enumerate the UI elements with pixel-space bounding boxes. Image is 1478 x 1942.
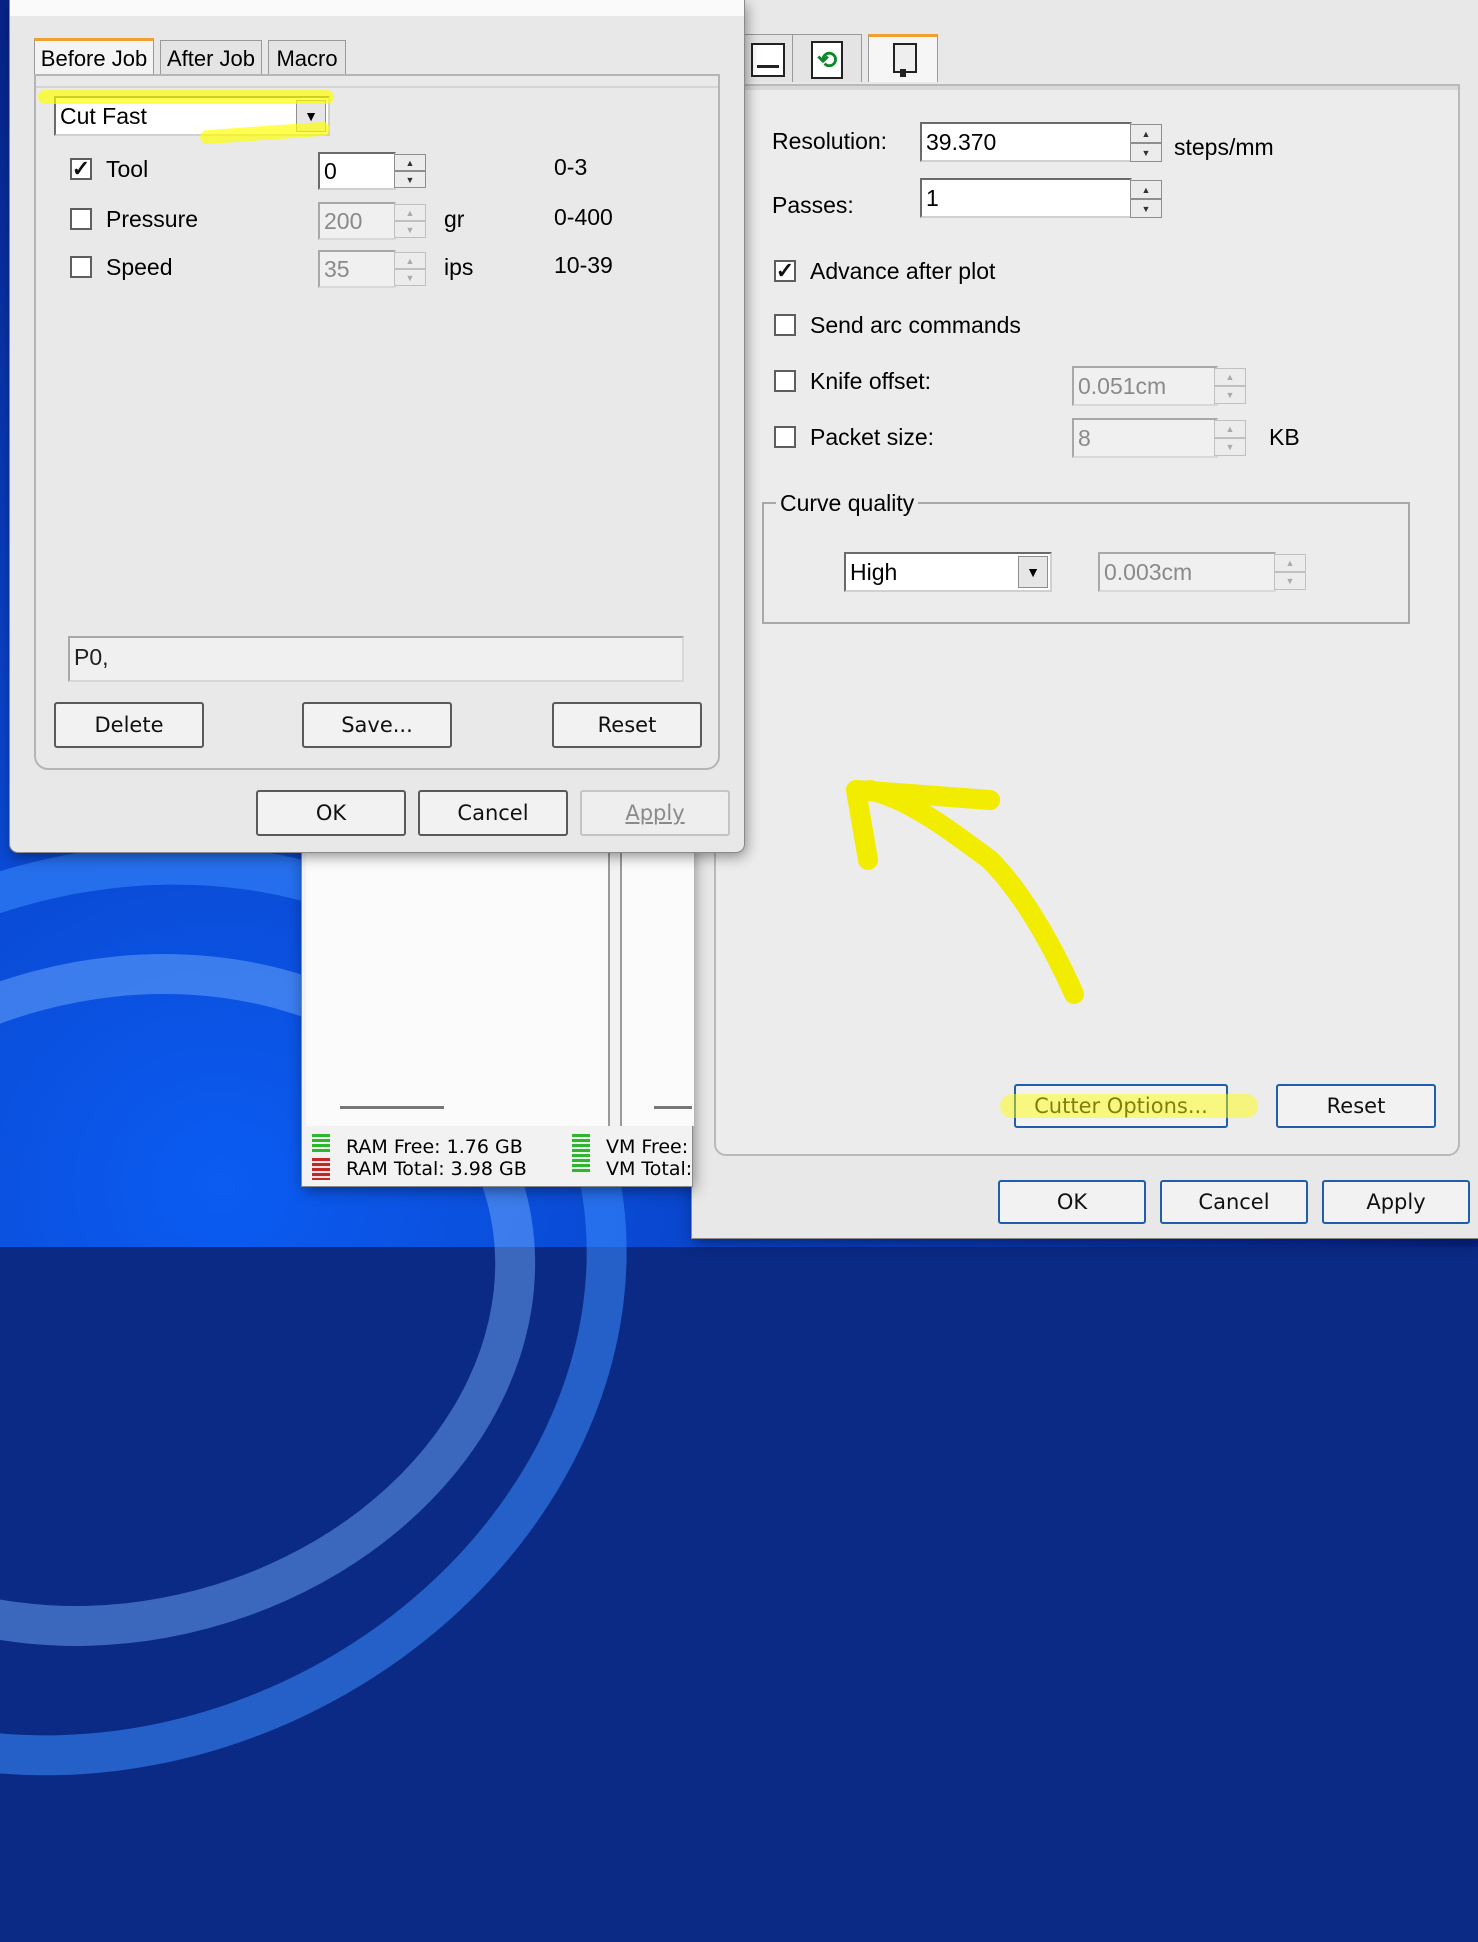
ram-free-text: RAM Free: 1.76 GB [346, 1136, 523, 1158]
speed-range: 10-39 [554, 252, 613, 278]
apply-button[interactable]: Apply [1322, 1180, 1470, 1224]
page-refresh-icon: ⟲ [811, 41, 843, 79]
knife-offset-input[interactable]: 0.051cm [1072, 366, 1218, 406]
command-field[interactable]: P0, [68, 636, 684, 682]
tool-range: 0-3 [554, 154, 588, 180]
reset-button[interactable]: Reset [552, 702, 702, 748]
vm-panel [620, 840, 694, 1126]
speed-spinner[interactable]: ▲ ▼ [394, 252, 426, 286]
pressure-range: 0-400 [554, 204, 613, 230]
curve-quality-spinner[interactable]: ▲ ▼ [1274, 554, 1306, 590]
pressure-spinner[interactable]: ▲ ▼ [394, 204, 426, 238]
advance-after-plot-label: Advance after plot [810, 258, 996, 284]
memory-status-window: RAM Free: 1.76 GB RAM Total: 3.98 GB VM … [302, 840, 694, 1186]
tab-macro[interactable]: Macro [268, 40, 346, 76]
knife-offset-checkbox[interactable] [774, 370, 796, 392]
cancel-button[interactable]: Cancel [1160, 1180, 1308, 1224]
ram-panel [306, 840, 610, 1126]
tab-cutter[interactable] [868, 34, 938, 82]
pressure-checkbox[interactable] [70, 208, 92, 230]
ram-total-text: RAM Total: 3.98 GB [346, 1158, 527, 1180]
pressure-label: Pressure [106, 206, 199, 232]
speed-input[interactable]: 35 [318, 250, 396, 288]
save-button[interactable]: Save... [302, 702, 452, 748]
knife-offset-label: Knife offset: [810, 368, 932, 394]
plotter-settings-window: ⟲ Resolution: 39.370 ▲ ▼ steps/mm Passes:… [692, 0, 1478, 1238]
advance-after-plot-checkbox[interactable]: ✓ [774, 260, 796, 282]
packet-size-label: Packet size: [810, 424, 934, 450]
packet-size-input[interactable]: 8 [1072, 418, 1218, 458]
title-bar-edge [10, 0, 744, 16]
packet-size-checkbox[interactable] [774, 426, 796, 448]
pressure-unit: gr [444, 206, 465, 232]
reset-button[interactable]: Reset [1276, 1084, 1436, 1128]
packet-size-spinner[interactable]: ▲ ▼ [1214, 420, 1246, 456]
resolution-spinner[interactable]: ▲ ▼ [1130, 124, 1162, 162]
tool-checkbox[interactable]: ✓ [70, 158, 92, 180]
tab-page-refresh[interactable]: ⟲ [792, 34, 862, 82]
passes-label: Passes: [772, 192, 854, 218]
apply-button: Apply [580, 790, 730, 836]
passes-spinner[interactable]: ▲ ▼ [1130, 180, 1162, 218]
job-settings-window: Before Job After Job Macro Cut Fast ▼ ✓ … [10, 0, 744, 852]
chevron-down-icon[interactable]: ▼ [1018, 556, 1048, 588]
speed-checkbox[interactable] [70, 256, 92, 278]
cutter-options-highlight-mark [1000, 1094, 1258, 1118]
vm-free-bar-icon [572, 1134, 590, 1174]
send-arc-commands-label: Send arc commands [810, 312, 1021, 338]
ram-total-bar-icon [312, 1158, 330, 1180]
ok-button[interactable]: OK [998, 1180, 1146, 1224]
preset-highlight-mark [38, 90, 334, 104]
resolution-label: Resolution: [772, 128, 888, 154]
tool-spinner[interactable]: ▲ ▼ [394, 154, 426, 188]
vm-total-text: VM Total: [606, 1158, 693, 1180]
ram-free-bar-icon [312, 1134, 330, 1154]
resolution-unit: steps/mm [1174, 134, 1274, 160]
tool-input[interactable]: 0 [318, 152, 396, 190]
ok-button[interactable]: OK [256, 790, 406, 836]
tool-label: Tool [106, 156, 149, 182]
pressure-input[interactable]: 200 [318, 202, 396, 240]
delete-button[interactable]: Delete [54, 702, 204, 748]
plot-settings-icon [751, 43, 785, 77]
resolution-input[interactable]: 39.370 [920, 122, 1132, 162]
tab-before-job[interactable]: Before Job [34, 38, 154, 76]
vm-free-text: VM Free: [606, 1136, 689, 1158]
curve-quality-input[interactable]: 0.003cm [1098, 552, 1276, 592]
curve-quality-group-label: Curve quality [776, 490, 919, 517]
passes-input[interactable]: 1 [920, 178, 1132, 218]
tab-after-job[interactable]: After Job [160, 40, 262, 76]
knife-offset-spinner[interactable]: ▲ ▼ [1214, 368, 1246, 404]
send-arc-commands-checkbox[interactable] [774, 314, 796, 336]
tab-plot-settings[interactable] [740, 34, 800, 82]
speed-unit: ips [444, 254, 474, 280]
speed-label: Speed [106, 254, 173, 280]
packet-size-unit: KB [1269, 424, 1300, 450]
cancel-button[interactable]: Cancel [418, 790, 568, 836]
